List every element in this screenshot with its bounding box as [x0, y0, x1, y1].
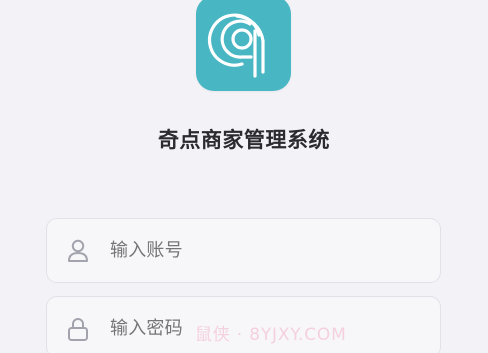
lock-icon	[68, 318, 88, 341]
password-field[interactable]	[46, 296, 441, 353]
account-input[interactable]	[110, 240, 410, 261]
app-title: 奇点商家管理系统	[158, 128, 330, 152]
password-input[interactable]	[110, 318, 410, 339]
user-icon	[68, 239, 88, 262]
login-screen: 奇点商家管理系统 鼠侠 · 8YJXY.COM	[0, 0, 488, 353]
qidian-logo-icon	[207, 13, 265, 78]
app-logo	[196, 0, 291, 91]
account-field[interactable]	[46, 218, 441, 283]
